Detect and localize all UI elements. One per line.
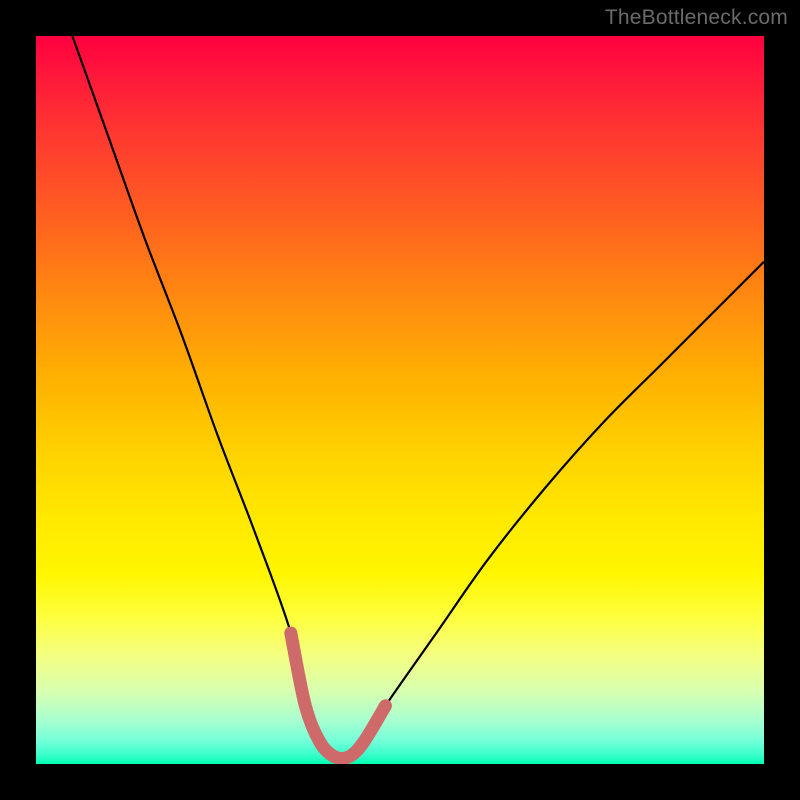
plot-area [36, 36, 764, 764]
bottleneck-curve [72, 36, 764, 759]
watermark-text: TheBottleneck.com [605, 6, 788, 30]
chart-frame: TheBottleneck.com [0, 0, 800, 800]
curve-layer [36, 36, 764, 764]
optimal-zone-highlight [291, 633, 386, 759]
